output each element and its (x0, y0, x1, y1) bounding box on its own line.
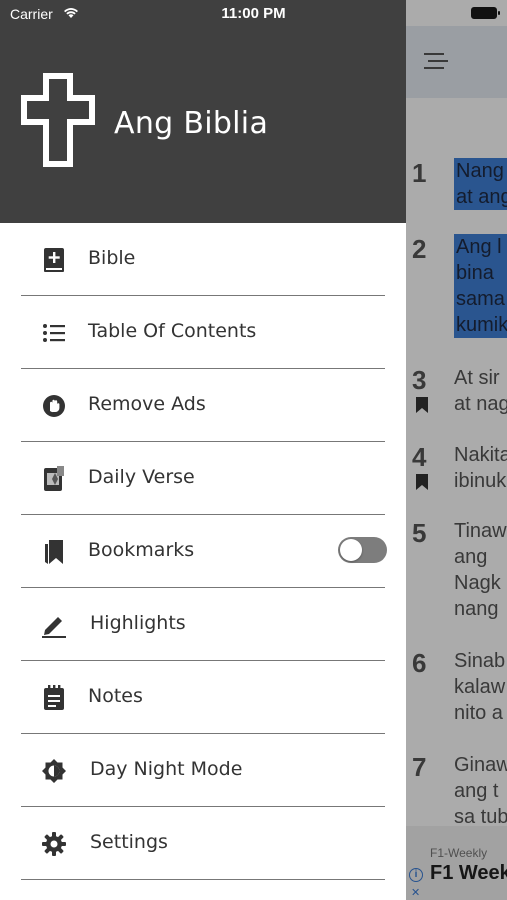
menu-item-daily-verse[interactable]: Daily Verse (0, 442, 406, 515)
menu-item-settings[interactable]: Settings (0, 807, 406, 880)
brightness-icon (41, 758, 67, 784)
cross-logo-icon (20, 72, 96, 168)
menu-label: Remove Ads (88, 393, 206, 415)
menu-item-day-night-mode[interactable]: Day Night Mode (0, 734, 406, 807)
menu-label: Bookmarks (88, 539, 195, 561)
toggle-knob[interactable] (340, 539, 362, 561)
list-icon (41, 320, 67, 346)
status-bar: Carrier 11:00 PM (0, 0, 507, 26)
drawer-header: Ang Biblia (0, 0, 406, 223)
divider (21, 878, 385, 880)
menu-label: Day Night Mode (90, 758, 243, 780)
battery-icon (471, 7, 500, 19)
calendar-icon (41, 466, 67, 492)
drawer-title: Ang Biblia (114, 106, 269, 141)
menu-item-notes[interactable]: Notes (0, 661, 406, 734)
menu-label: Bible (88, 247, 136, 269)
book-plus-icon (41, 247, 67, 273)
menu-item-highlights[interactable]: Highlights (0, 588, 406, 661)
day-night-toggle[interactable] (338, 537, 387, 563)
menu-label: Notes (88, 685, 143, 707)
menu-label: Table Of Contents (88, 320, 257, 342)
bookmarks-icon (41, 539, 67, 565)
menu-label: Highlights (90, 612, 186, 634)
menu-label: Daily Verse (88, 466, 195, 488)
gear-icon (41, 831, 67, 857)
navigation-drawer: Ang Biblia Bible Table Of Contents Remov… (0, 0, 406, 900)
menu-item-bible[interactable]: Bible (0, 223, 406, 296)
status-time: 11:00 PM (221, 5, 286, 22)
menu-item-remove-ads[interactable]: Remove Ads (0, 369, 406, 442)
menu-label: Settings (90, 831, 168, 853)
hand-icon (41, 393, 67, 419)
menu-item-table-of-contents[interactable]: Table Of Contents (0, 296, 406, 369)
pen-icon (41, 612, 67, 638)
notes-icon (41, 685, 67, 711)
